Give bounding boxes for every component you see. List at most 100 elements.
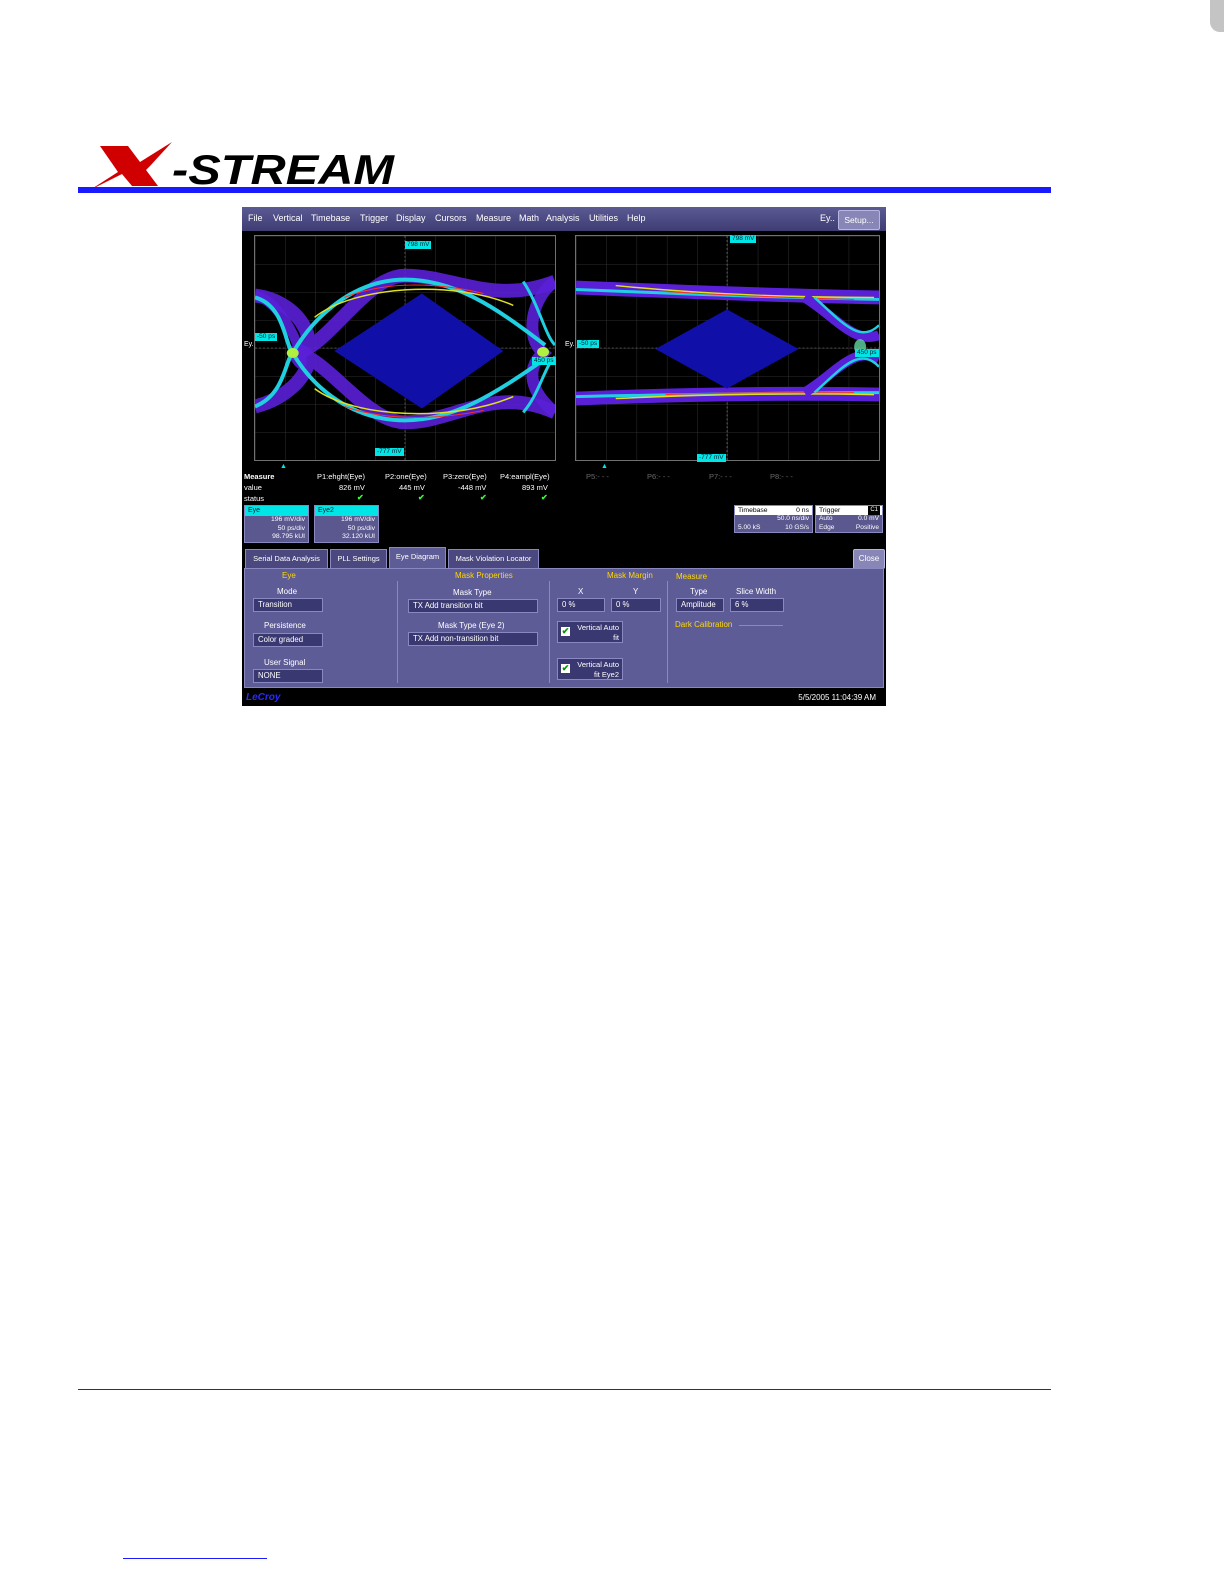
param-p2-value: 445 mV [399, 483, 425, 492]
measure-row-status-label: status [244, 494, 265, 503]
right-trigger-marker-icon: ▲ [601, 463, 608, 470]
persistence-label: Persistence [264, 621, 306, 630]
param-p5-name[interactable]: P5:- - - [586, 472, 609, 481]
checkbox-checked-icon: ✔ [561, 663, 570, 673]
timebase-per-div: 50.0 ns/div [777, 515, 809, 522]
tab-mask-violation-locator[interactable]: Mask Violation Locator [448, 549, 539, 568]
margin-y-input[interactable]: 0 % [611, 598, 661, 612]
param-p7-name[interactable]: P7:- - - [709, 472, 732, 481]
vertical-autofit-eye2-checkbox[interactable]: ✔ Vertical Auto fit Eye2 [557, 658, 623, 680]
menu-help[interactable]: Help [627, 213, 646, 223]
mask-type-select[interactable]: TX Add transition bit [408, 599, 538, 613]
trace-eye-ui-count: 98.795 kUI [272, 533, 305, 540]
setup-button[interactable]: Setup... [838, 210, 880, 230]
param-p3-name[interactable]: P3:zero(Eye) [443, 472, 487, 481]
timebase-descriptor[interactable]: Timebase 0 ns 50.0 ns/div 5.00 kS 10 GS/s [734, 505, 813, 533]
oscilloscope-screen: File Vertical Timebase Trigger Display C… [242, 207, 886, 706]
vertical-autofit-checkbox[interactable]: ✔ Vertical Auto fit [557, 621, 623, 643]
trigger-mode: Auto [819, 515, 833, 522]
menu-trigger[interactable]: Trigger [360, 213, 388, 223]
group-mask-margin-header: Mask Margin [607, 571, 653, 580]
mode-label: Mode [277, 587, 298, 596]
menu-math[interactable]: Math [519, 213, 539, 223]
trigger-channel-badge: C1 [868, 506, 880, 515]
trigger-descriptor[interactable]: Trigger C1 Auto 0.0 mV Edge Positive [815, 505, 883, 533]
menu-file[interactable]: File [248, 213, 263, 223]
footnote-rule [123, 1558, 267, 1559]
group-eye-header: Eye [282, 571, 296, 580]
left-top-voltage-tag: 798 mV [405, 241, 432, 249]
user-signal-select[interactable]: NONE [253, 669, 323, 683]
mode-select[interactable]: Transition [253, 598, 323, 612]
measure-row-value-label: value [244, 483, 262, 492]
param-p3-check-icon: ✔ [480, 493, 487, 502]
right-end-time-tag: 450 ps [855, 349, 879, 357]
eye-diagram-plot [255, 236, 555, 460]
margin-x-label: X [578, 587, 584, 596]
right-channel-label: Ey. [565, 341, 575, 348]
param-p8-name[interactable]: P8:- - - [770, 472, 793, 481]
menu-cursors[interactable]: Cursors [435, 213, 467, 223]
left-end-time-tag: 450 ps [532, 357, 556, 365]
timebase-title: Timebase [738, 507, 768, 514]
param-p4-name[interactable]: P4:eampl(Eye) [500, 472, 550, 481]
slice-width-label: Slice Width [736, 587, 777, 596]
tab-eye-diagram[interactable]: Eye Diagram [389, 547, 446, 568]
group-measure-header: Measure [676, 572, 708, 581]
margin-x-input[interactable]: 0 % [557, 598, 605, 612]
trace-descriptor-eye[interactable]: Eye 196 mV/div 50 ps/div 98.795 kUI [244, 505, 309, 543]
menu-analysis[interactable]: Analysis [546, 213, 580, 223]
trigger-title: Trigger [819, 507, 841, 514]
xstream-logo: -STREAM [90, 142, 395, 192]
menu-utilities[interactable]: Utilities [589, 213, 618, 223]
slice-width-input[interactable]: 6 % [730, 598, 784, 612]
tab-serial-data-analysis[interactable]: Serial Data Analysis [245, 549, 328, 568]
dark-calibration-label: Dark Calibration [675, 620, 733, 629]
trace-eye2-title: Eye2 [315, 506, 378, 516]
measure-type-label: Type [690, 587, 708, 596]
eye2-diagram-grid [575, 235, 880, 461]
group-separator [549, 581, 550, 683]
mask-type-label: Mask Type [453, 588, 492, 597]
trigger-type: Edge [819, 523, 835, 531]
margin-y-label: Y [633, 587, 639, 596]
trigger-slope: Positive [855, 523, 879, 531]
menu-timebase[interactable]: Timebase [311, 213, 350, 223]
timebase-offset: 0 ns [796, 507, 809, 514]
measure-table-title: Measure [244, 472, 275, 481]
menu-measure[interactable]: Measure [476, 213, 511, 223]
left-channel-label: Ey. [244, 341, 254, 348]
trace-eye-title: Eye [245, 506, 308, 516]
param-p1-check-icon: ✔ [357, 493, 364, 502]
footer-rule [78, 1389, 1051, 1390]
param-p2-check-icon: ✔ [418, 493, 425, 502]
trace-eye2-ui-count: 32.120 kUI [342, 533, 375, 540]
group-separator [397, 581, 398, 683]
trace-descriptor-eye2[interactable]: Eye2 196 mV/div 50 ps/div 32.120 kUI [314, 505, 379, 543]
mask-type-eye2-label: Mask Type (Eye 2) [438, 621, 505, 630]
left-trigger-marker-icon: ▲ [280, 463, 287, 470]
param-p2-name[interactable]: P2:one(Eye) [385, 472, 427, 481]
measure-type-select[interactable]: Amplitude [676, 598, 724, 612]
param-p6-name[interactable]: P6:- - - [647, 472, 670, 481]
group-separator [667, 581, 668, 683]
menu-bar: File Vertical Timebase Trigger Display C… [242, 207, 886, 231]
right-bottom-voltage-tag: -777 mV [697, 454, 726, 462]
param-p1-name[interactable]: P1:ehght(Eye) [317, 472, 365, 481]
mask-type-eye2-select[interactable]: TX Add non-transition bit [408, 632, 538, 646]
timebase-samples: 5.00 kS [738, 523, 761, 531]
vertical-autofit-eye2-line2: fit Eye2 [593, 670, 619, 679]
menu-vertical[interactable]: Vertical [273, 213, 303, 223]
menu-display[interactable]: Display [396, 213, 426, 223]
right-top-voltage-tag: 798 mV [730, 235, 757, 243]
tab-pll-settings[interactable]: PLL Settings [330, 549, 387, 568]
param-p1-value: 826 mV [339, 483, 365, 492]
trace-eye-vdiv: 196 mV/div [270, 516, 305, 523]
trigger-level: 0.0 mV [858, 515, 879, 522]
close-button[interactable]: Close [853, 549, 885, 569]
menu-eye-shortcut[interactable]: Ey.. [820, 213, 835, 223]
dark-calibration-line [739, 625, 783, 626]
vertical-autofit-eye2-line1: Vertical Auto [577, 660, 619, 669]
persistence-select[interactable]: Color graded [253, 633, 323, 647]
status-datetime: 5/5/2005 11:04:39 AM [798, 693, 876, 702]
